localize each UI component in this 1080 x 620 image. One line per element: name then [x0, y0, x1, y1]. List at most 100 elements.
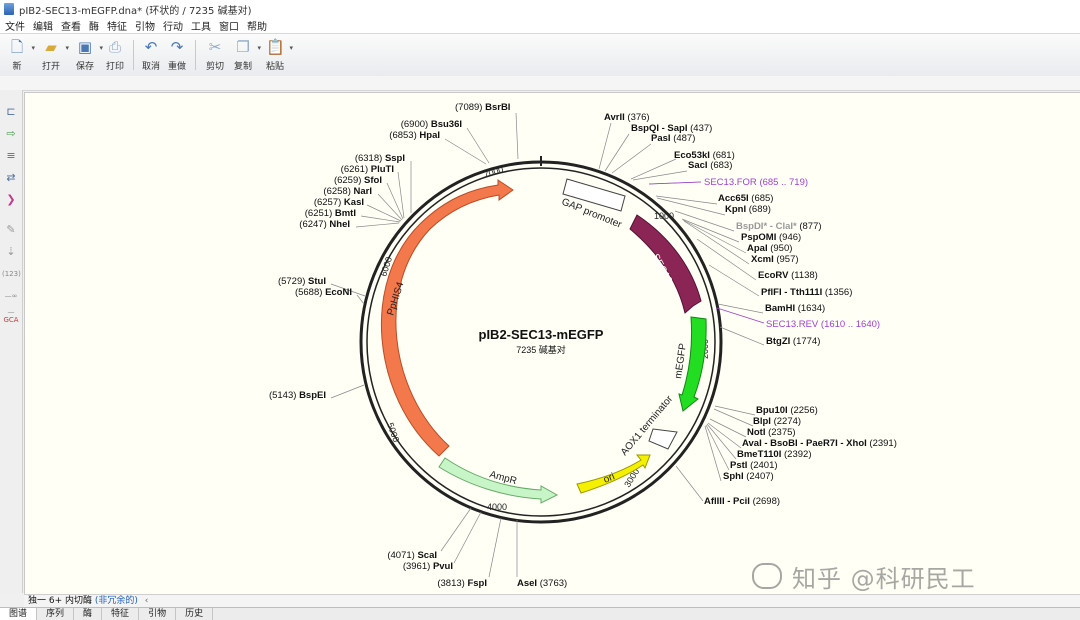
chevron-left-icon[interactable]: ‹	[145, 596, 149, 606]
enzyme-site[interactable]: XcmI	[751, 254, 774, 265]
count-icon[interactable]: (123)	[2, 266, 21, 282]
linear-map-icon[interactable]: ⊏	[2, 104, 20, 120]
enzyme-site[interactable]: KpnI	[725, 204, 746, 215]
tab-primers[interactable]: 引物	[139, 608, 177, 620]
enzyme-site[interactable]: BmeT110I	[737, 449, 781, 460]
redo-icon: ↷	[170, 38, 184, 56]
menu-edit[interactable]: 编辑	[33, 18, 56, 33]
enzyme-site[interactable]: BspDI* - ClaI*	[736, 221, 797, 232]
enzyme-site[interactable]: BlpI	[753, 416, 771, 427]
enzyme-site[interactable]: SacI	[688, 160, 708, 171]
enzyme-site[interactable]: BsrBI	[485, 102, 510, 113]
print-button[interactable]: ⎙ 打印	[100, 38, 130, 72]
enzyme-site[interactable]: FspI	[467, 578, 487, 589]
enzyme-site[interactable]: PluTI	[371, 164, 394, 175]
enzyme-site[interactable]: PasI	[651, 133, 671, 144]
tab-enzymes[interactable]: 酶	[74, 608, 103, 620]
tab-history[interactable]: 历史	[176, 608, 214, 620]
enzyme-site[interactable]: EcoNI	[325, 287, 352, 298]
menu-actions[interactable]: 行动	[163, 18, 186, 33]
enzyme-site[interactable]: EcoRV	[758, 270, 789, 281]
save-button[interactable]: ▣ ▾ 保存	[70, 38, 103, 72]
pen-icon[interactable]: ✎	[2, 222, 20, 238]
enzyme-site[interactable]: BtgZI	[766, 336, 790, 347]
enzyme-site[interactable]: Bsu36I	[431, 119, 462, 130]
enzyme-site[interactable]: SspI	[385, 153, 405, 164]
redo-button[interactable]: ↷ 重做	[162, 38, 192, 72]
marker-icon[interactable]: ⇣	[2, 244, 20, 260]
enzyme-site[interactable]: SphI	[723, 471, 744, 482]
copy-button[interactable]: ❐ ▾ 复制	[228, 38, 261, 72]
enzyme-icon[interactable]: ❯	[2, 192, 20, 208]
bottom-site-labels: (4071) ScaI (3961) PvuI (3813) FspI AseI…	[387, 550, 567, 589]
enzyme-site[interactable]: PvuI	[433, 561, 453, 572]
tab-map[interactable]: 图谱	[0, 608, 38, 620]
cut-button[interactable]: ✂ 剪切	[200, 38, 230, 72]
enzyme-site[interactable]: HpaI	[419, 130, 440, 141]
lines-icon[interactable]: ≡	[2, 148, 20, 164]
paste-button[interactable]: 📋 ▾ 粘贴	[260, 38, 293, 72]
enzyme-site[interactable]: BamHI	[765, 303, 795, 314]
plasmid-length: 7235 碱基对	[516, 344, 566, 355]
aox1-terminator-feature[interactable]	[648, 428, 678, 450]
undo-icon: ↶	[144, 38, 158, 56]
clipboard-icon: 📋	[266, 38, 285, 56]
enzyme-site[interactable]: BspEI	[299, 390, 326, 401]
map-canvas: 1000 2000 3000 4000 5000 6000 7000 GAP p…	[24, 92, 1080, 594]
svg-text:(7089) BsrBI: (7089) BsrBI	[455, 102, 510, 113]
enzyme-site[interactable]: BmtI	[335, 208, 356, 219]
wechat-logo-icon	[752, 563, 782, 589]
menu-window[interactable]: 窗口	[219, 18, 242, 33]
enzyme-site[interactable]: AvaI - BsoBI - PaeR7I - XhoI	[742, 438, 867, 449]
arrow-tool-icon[interactable]: ⇨	[2, 126, 20, 142]
enzyme-site[interactable]: Acc65I	[718, 193, 749, 204]
menu-tools[interactable]: 工具	[191, 18, 214, 33]
menu-file[interactable]: 文件	[5, 18, 28, 33]
enzyme-site[interactable]: ScaI	[417, 550, 437, 561]
enzyme-site[interactable]: PflFI - Tth111I	[761, 287, 822, 298]
enzyme-site[interactable]: AvrII	[604, 112, 625, 123]
primer-label[interactable]: SEC13.REV	[766, 319, 819, 330]
dash-icon[interactable]: —∞—	[2, 288, 20, 316]
svg-text:PspOMI (946): PspOMI (946)	[741, 232, 801, 243]
enzyme-site[interactable]: AseI	[517, 578, 537, 589]
menu-help[interactable]: 帮助	[247, 18, 270, 33]
tick-label: 4000	[487, 502, 507, 512]
svg-text:PasI (487): PasI (487)	[651, 133, 695, 144]
menu-view[interactable]: 查看	[61, 18, 84, 33]
enzyme-site[interactable]: NotI	[747, 427, 765, 438]
svg-text:(6318) SspI: (6318) SspI	[355, 153, 405, 164]
open-button[interactable]: ▰ ▾ 打开	[36, 38, 69, 72]
enzyme-site[interactable]: SfoI	[364, 175, 382, 186]
svg-text:(6900) Bsu36I: (6900) Bsu36I	[401, 119, 462, 130]
view-toolbar	[0, 76, 1080, 91]
status-link[interactable]: (非冗余的)	[95, 596, 138, 606]
enzyme-site[interactable]: AflIII - PciI	[704, 496, 750, 507]
status-bar: 独一 6+ 内切酶 (非冗余的) ‹	[24, 594, 1080, 608]
new-file-icon: 🗋	[10, 38, 24, 56]
pphis4-feature[interactable]	[380, 179, 514, 457]
enzyme-site[interactable]: NarI	[354, 186, 372, 197]
menu-enzymes[interactable]: 酶	[89, 18, 102, 33]
sequence-icon[interactable]: GCA	[2, 312, 20, 328]
svg-text:(6257) KasI: (6257) KasI	[314, 197, 364, 208]
enzyme-site[interactable]: Bpu10I	[756, 405, 788, 416]
tab-sequence[interactable]: 序列	[37, 608, 75, 620]
primer-label[interactable]: SEC13.FOR	[704, 177, 757, 188]
tab-features[interactable]: 特征	[102, 608, 140, 620]
svg-text:(5688) EcoNI: (5688) EcoNI	[295, 287, 352, 298]
enzyme-site[interactable]: StuI	[308, 276, 326, 287]
svg-text:AseI (3763): AseI (3763)	[517, 578, 567, 589]
new-button[interactable]: 🗋 ▾ 新	[2, 38, 35, 72]
menu-features[interactable]: 特征	[107, 18, 130, 33]
enzyme-site[interactable]: KasI	[344, 197, 364, 208]
menu-primers[interactable]: 引物	[135, 18, 158, 33]
enzyme-site[interactable]: ApaI	[747, 243, 768, 254]
enzyme-site[interactable]: NheI	[329, 219, 350, 230]
svg-text:PstI (2401): PstI (2401)	[730, 460, 778, 471]
tick-label: 7000	[483, 164, 505, 180]
swap-icon[interactable]: ⇄	[2, 170, 20, 186]
enzyme-site[interactable]: PstI	[730, 460, 747, 471]
enzyme-site[interactable]: PspOMI	[741, 232, 776, 243]
right-leader-lines	[515, 112, 765, 502]
